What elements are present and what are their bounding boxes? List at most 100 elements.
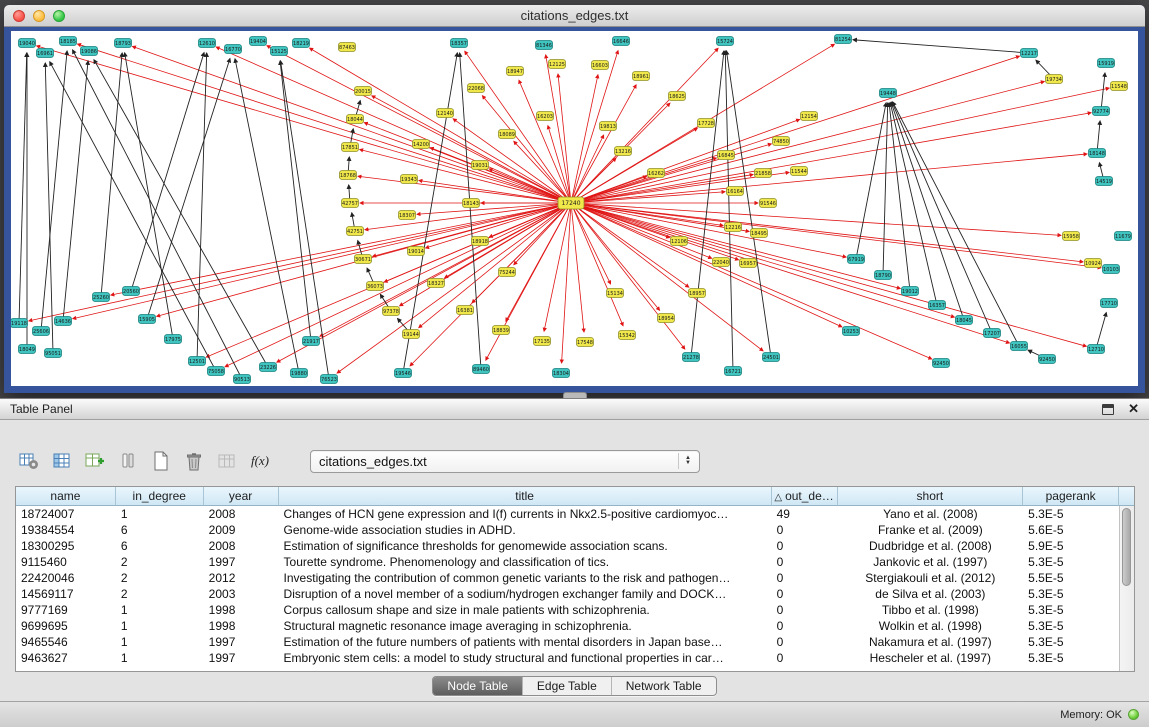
table-cell[interactable]: 0 — [772, 634, 838, 650]
graph-node[interactable]: 15724 — [717, 37, 734, 46]
graph-node[interactable]: 15125 — [271, 47, 288, 56]
graph-node[interactable]: 10103 — [1103, 265, 1120, 274]
graph-node[interactable]: 14519 — [1096, 177, 1113, 186]
table-cell[interactable]: Dudbridge et al. (2008) — [838, 538, 1024, 554]
graph-node[interactable]: 23226 — [260, 363, 277, 372]
table-cell[interactable]: 1 — [116, 506, 204, 522]
table-cell[interactable]: Tourette syndrome. Phenomenology and cla… — [279, 554, 772, 570]
graph-node[interactable]: 95051 — [45, 349, 62, 358]
graph-node[interactable]: 18961 — [633, 72, 650, 81]
graph-edge[interactable] — [571, 203, 739, 260]
table-cell[interactable]: 1998 — [204, 618, 279, 634]
table-cell[interactable]: Wolkin et al. (1998) — [838, 618, 1024, 634]
column-header-title[interactable]: title — [279, 487, 772, 506]
table-cell[interactable]: 2 — [116, 586, 204, 602]
graph-edge[interactable] — [280, 61, 311, 341]
graph-node[interactable]: 10253 — [843, 327, 860, 336]
graph-edge[interactable] — [63, 61, 88, 321]
graph-node[interactable]: 19144 — [403, 330, 420, 339]
graph-node[interactable]: 18089 — [499, 130, 516, 139]
table-cell[interactable]: 5.3E-5 — [1023, 506, 1119, 522]
graph-node[interactable]: 12216 — [725, 223, 742, 232]
table-cell[interactable]: 1997 — [204, 554, 279, 570]
graph-node[interactable]: 16381 — [457, 306, 474, 315]
graph-node[interactable]: 11544 — [791, 167, 808, 176]
network-graph-svg[interactable]: 1724016603189611862517728168451616412216… — [11, 31, 1138, 386]
graph-node[interactable]: 18049 — [19, 345, 36, 354]
graph-node[interactable]: 18947 — [507, 67, 524, 76]
table-cell[interactable]: 5.3E-5 — [1023, 586, 1119, 602]
table-cell[interactable]: 5.3E-5 — [1023, 602, 1119, 618]
graph-node[interactable]: 18327 — [428, 279, 445, 288]
graph-node[interactable]: 12106 — [671, 237, 688, 246]
memory-ok-icon[interactable] — [1128, 709, 1139, 720]
graph-node[interactable]: 15919 — [1098, 59, 1115, 68]
panel-collapse-handle[interactable] — [563, 392, 587, 398]
graph-edge[interactable] — [571, 203, 1086, 346]
graph-node[interactable]: 18185 — [60, 37, 77, 46]
table-cell[interactable]: 0 — [772, 554, 838, 570]
graph-node[interactable]: 16164 — [727, 187, 744, 196]
table-cell[interactable]: Franke et al. (2009) — [838, 522, 1024, 538]
graph-node[interactable]: 12217 — [1021, 49, 1038, 58]
graph-edge[interactable] — [364, 123, 571, 203]
column-header-year[interactable]: year — [204, 487, 279, 506]
graph-node[interactable]: 18357 — [451, 39, 468, 48]
select-rows-icon[interactable] — [115, 449, 141, 473]
table-cell[interactable]: 18724007 — [16, 506, 116, 522]
graph-node[interactable]: 21858 — [755, 169, 772, 178]
table-cell[interactable]: Estimation of the future numbers of pati… — [279, 634, 772, 650]
graph-node[interactable]: 17710 — [1101, 299, 1118, 308]
graph-edge[interactable] — [571, 154, 1087, 203]
table-cell[interactable]: 9777169 — [16, 602, 116, 618]
table-row[interactable]: 1830029562008Estimation of significance … — [16, 538, 1119, 554]
graph-node[interactable]: 67919 — [848, 255, 865, 264]
graph-node[interactable]: 25260 — [93, 293, 110, 302]
window-titlebar[interactable]: citations_edges.txt — [4, 5, 1145, 27]
graph-node[interactable]: 19343 — [401, 175, 418, 184]
graph-node[interactable]: 17548 — [577, 338, 594, 347]
table-cell[interactable]: Nakamura et al. (1997) — [838, 634, 1024, 650]
graph-node[interactable]: 42757 — [342, 199, 359, 208]
graph-node[interactable]: 42751 — [347, 227, 364, 236]
table-cell[interactable]: Tibbo et al. (1998) — [838, 602, 1024, 618]
network-canvas[interactable]: 1724016603189611862517728168451616412216… — [11, 31, 1138, 386]
new-column-icon[interactable] — [82, 449, 108, 473]
table-cell[interactable]: 0 — [772, 650, 838, 666]
table-cell[interactable]: 0 — [772, 602, 838, 618]
graph-node[interactable]: 21917 — [303, 337, 320, 346]
graph-edge[interactable] — [125, 53, 173, 339]
table-cell[interactable]: de Silva et al. (2003) — [838, 586, 1024, 602]
table-cell[interactable]: 2012 — [204, 570, 279, 586]
table-cell[interactable]: Hescheler et al. (1997) — [838, 650, 1024, 666]
graph-node[interactable]: 97378 — [383, 307, 400, 316]
graph-edge[interactable] — [78, 44, 571, 203]
graph-node[interactable]: 16957 — [740, 259, 757, 268]
graph-node[interactable]: 19086 — [81, 47, 98, 56]
graph-edge[interactable] — [890, 103, 937, 305]
graph-node[interactable]: 36073 — [367, 282, 384, 291]
table-cell[interactable]: 5.3E-5 — [1023, 554, 1119, 570]
graph-node[interactable]: 90513 — [234, 375, 251, 384]
column-header-out-degree[interactable]: △out_de… — [772, 487, 838, 506]
table-cell[interactable]: 5.3E-5 — [1023, 618, 1119, 634]
table-cell[interactable]: 0 — [772, 586, 838, 602]
table-row[interactable]: 1456911722003Disruption of a novel membe… — [16, 586, 1119, 602]
table-cell[interactable]: Embryonic stem cells: a model to study s… — [279, 650, 772, 666]
table-cell[interactable]: 2 — [116, 570, 204, 586]
close-panel-icon[interactable]: ✕ — [1128, 403, 1139, 415]
table-cell[interactable]: 22420046 — [16, 570, 116, 586]
graph-node[interactable]: 16770 — [225, 45, 242, 54]
table-cell[interactable]: Investigating the contribution of common… — [279, 570, 772, 586]
table-cell[interactable]: Disruption of a novel member of a sodium… — [279, 586, 772, 602]
graph-edge[interactable] — [571, 203, 749, 231]
graph-node[interactable]: 30671 — [355, 255, 372, 264]
graph-edge[interactable] — [206, 203, 571, 357]
graph-node[interactable]: 75244 — [499, 268, 516, 277]
graph-node[interactable]: 17975 — [165, 335, 182, 344]
graph-edge[interactable] — [571, 75, 598, 203]
graph-edge[interactable] — [19, 53, 27, 323]
graph-node[interactable]: 13216 — [615, 147, 632, 156]
graph-node[interactable]: 22040 — [713, 258, 730, 267]
graph-node[interactable]: 12125 — [549, 60, 566, 69]
